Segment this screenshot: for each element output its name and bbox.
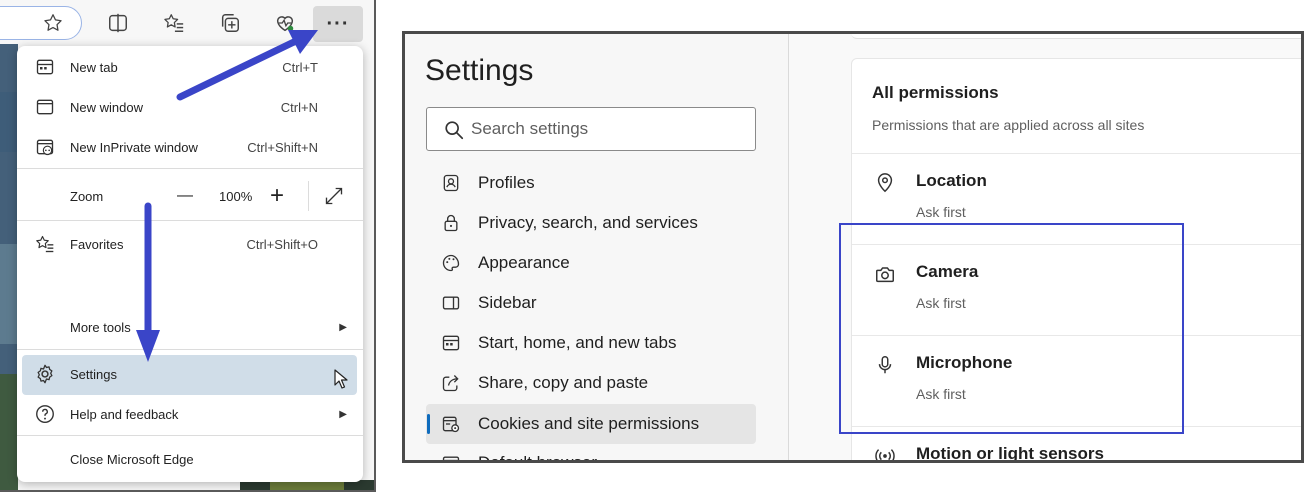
menu-item-label: Help and feedback xyxy=(70,406,179,422)
menu-item-label: New InPrivate window xyxy=(70,139,198,155)
zoom-out-button[interactable]: — xyxy=(177,187,193,205)
sidebar-item-share-copy-paste[interactable]: Share, copy and paste xyxy=(426,364,756,402)
menu-divider xyxy=(17,220,363,221)
menu-item-new-window[interactable]: New window Ctrl+N xyxy=(17,88,363,126)
home-tabs-icon xyxy=(440,332,462,354)
sidebar-item-start-home-tabs[interactable]: Start, home, and new tabs xyxy=(426,324,756,362)
zoom-divider xyxy=(308,181,309,211)
browser-icon xyxy=(440,452,462,460)
menu-divider xyxy=(17,349,363,350)
menu-item-label: Close Microsoft Edge xyxy=(70,451,194,467)
menu-item-more-tools[interactable]: More tools ▶ xyxy=(17,308,363,346)
sidebar-item-sidebar[interactable]: Sidebar xyxy=(426,284,756,322)
submenu-arrow-icon: ▶ xyxy=(339,408,347,420)
menu-item-label: New window xyxy=(70,99,143,115)
sensors-icon xyxy=(872,443,898,460)
new-tab-icon xyxy=(33,55,57,79)
previous-card-edge xyxy=(851,34,1301,39)
search-settings-box[interactable] xyxy=(426,107,756,151)
settings-sidebar: Settings Profiles Privacy, search, and s… xyxy=(405,34,788,463)
sidebar-item-label: Default browser xyxy=(478,453,598,463)
new-window-icon xyxy=(33,95,57,119)
favorites-icon xyxy=(33,232,57,256)
menu-divider xyxy=(17,435,363,436)
submenu-arrow-icon: ▶ xyxy=(339,321,347,333)
permission-name: Motion or light sensors xyxy=(916,444,1104,463)
menu-item-label: More tools xyxy=(70,319,131,335)
browser-toolbar: ··· xyxy=(0,0,374,44)
edge-menu-screenshot: ··· New tab Ctrl+T New window Ctrl+N New… xyxy=(0,0,376,492)
inprivate-icon xyxy=(33,135,57,159)
share-icon xyxy=(440,372,462,394)
menu-item-new-tab[interactable]: New tab Ctrl+T xyxy=(17,48,363,86)
favorites-icon[interactable] xyxy=(161,10,187,36)
favorite-star-icon[interactable] xyxy=(40,10,66,36)
sidebar-item-label: Share, copy and paste xyxy=(478,373,649,392)
zoom-in-button[interactable]: + xyxy=(270,182,284,210)
shortcut-text: Ctrl+Shift+N xyxy=(247,139,318,155)
menu-item-favorites[interactable]: Favorites Ctrl+Shift+O xyxy=(17,225,363,263)
shortcut-text: Ctrl+Shift+O xyxy=(246,236,318,252)
section-subtitle: Permissions that are applied across all … xyxy=(872,117,1145,133)
menu-item-close-edge[interactable]: Close Microsoft Edge xyxy=(17,440,363,478)
help-icon xyxy=(33,402,57,426)
search-input[interactable] xyxy=(471,108,741,150)
permission-name: Location xyxy=(916,171,987,190)
sidebar-item-profiles[interactable]: Profiles xyxy=(426,164,756,202)
zoom-label: Zoom xyxy=(70,188,104,204)
shortcut-text: Ctrl+T xyxy=(282,59,318,75)
permission-value: Ask first xyxy=(916,204,966,220)
sidebar-item-default-browser[interactable]: Default browser xyxy=(426,444,756,463)
sidebar-item-appearance[interactable]: Appearance xyxy=(426,244,756,282)
background-page-strip xyxy=(0,44,18,490)
sidebar-item-label: Sidebar xyxy=(478,293,537,312)
shortcut-text: Ctrl+N xyxy=(280,99,318,115)
sidebar-item-label: Start, home, and new tabs xyxy=(478,333,677,352)
menu-item-zoom: Zoom — 100% + xyxy=(17,177,363,215)
menu-divider xyxy=(17,168,363,169)
lock-icon xyxy=(440,212,462,234)
menu-item-help-and-feedback[interactable]: Help and feedback ▶ xyxy=(17,395,363,433)
settings-and-more-button[interactable]: ··· xyxy=(313,6,363,42)
sidebar-item-label: Profiles xyxy=(478,173,535,192)
collections-icon[interactable] xyxy=(217,10,243,36)
sidebar-item-label: Privacy, search, and services xyxy=(478,213,698,232)
fullscreen-icon[interactable] xyxy=(324,186,344,206)
section-title: All permissions xyxy=(872,83,999,102)
sidebar-item-label: Appearance xyxy=(478,253,570,272)
menu-item-label: Settings xyxy=(70,366,117,382)
settings-and-more-menu: New tab Ctrl+T New window Ctrl+N New InP… xyxy=(17,46,363,482)
browser-essentials-icon[interactable] xyxy=(272,10,298,36)
profile-icon xyxy=(440,172,462,194)
sidebar-icon xyxy=(440,292,462,314)
gear-icon xyxy=(33,362,57,386)
annotation-highlight-box xyxy=(839,223,1184,434)
mouse-cursor-icon xyxy=(334,369,348,389)
location-icon xyxy=(872,170,898,196)
palette-icon xyxy=(440,252,462,274)
menu-item-settings[interactable]: Settings xyxy=(17,355,363,393)
menu-item-label: Favorites xyxy=(70,236,124,252)
zoom-level: 100% xyxy=(219,188,253,204)
sidebar-item-cookies-permissions[interactable]: Cookies and site permissions xyxy=(426,404,756,444)
sidebar-item-privacy[interactable]: Privacy, search, and services xyxy=(426,204,756,242)
sidebar-item-label: Cookies and site permissions xyxy=(478,414,700,433)
split-screen-icon[interactable] xyxy=(105,10,131,36)
menu-item-new-inprivate-window[interactable]: New InPrivate window Ctrl+Shift+N xyxy=(17,128,363,166)
menu-item-label: New tab xyxy=(70,59,118,75)
cookies-icon xyxy=(440,413,462,435)
page-title: Settings xyxy=(425,54,534,87)
search-icon xyxy=(443,119,465,141)
